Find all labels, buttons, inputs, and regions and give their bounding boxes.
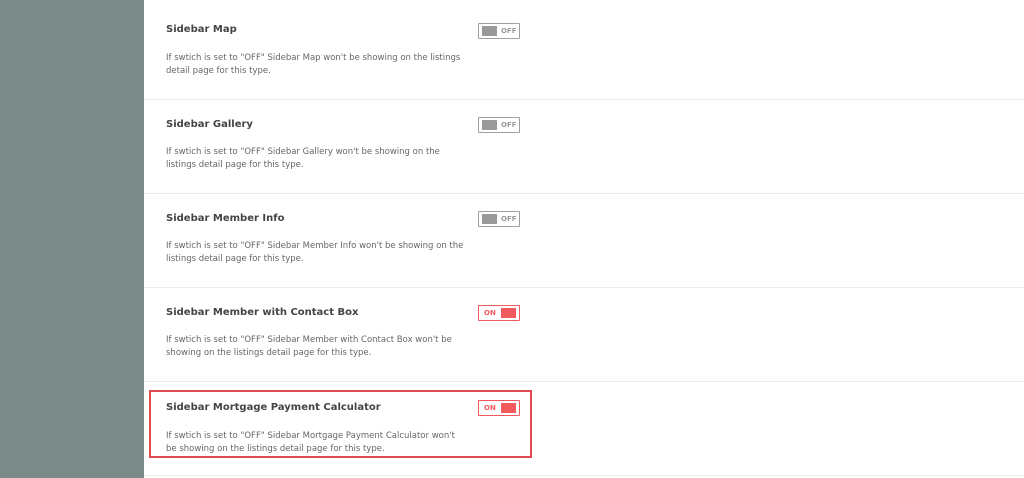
setting-title: Sidebar Map (166, 24, 237, 35)
setting-title: Sidebar Member Info (166, 213, 285, 224)
toggle-state-label: OFF (501, 215, 517, 223)
setting-row-sidebar-member-contact-box: Sidebar Member with Contact Box ON If sw… (144, 288, 1024, 382)
setting-row-sidebar-member-info: Sidebar Member Info OFF If swtich is set… (144, 194, 1024, 288)
toggle-state-label: ON (484, 309, 496, 317)
toggle-knob (482, 214, 497, 224)
sidebar-map-toggle[interactable]: OFF (478, 23, 520, 39)
setting-row-sidebar-gallery: Sidebar Gallery OFF If swtich is set to … (144, 100, 1024, 194)
setting-description: If swtich is set to "OFF" Sidebar Member… (166, 335, 452, 358)
highlight-box (149, 390, 532, 458)
setting-row-sidebar-map: Sidebar Map OFF If swtich is set to "OFF… (144, 0, 1024, 100)
setting-description: If swtich is set to "OFF" Sidebar Map wo… (166, 53, 461, 76)
setting-title: Sidebar Member with Contact Box (166, 307, 359, 318)
sidebar-member-contact-box-toggle[interactable]: ON (478, 305, 520, 321)
sidebar-gallery-toggle[interactable]: OFF (478, 117, 520, 133)
setting-description: If swtich is set to "OFF" Sidebar Galler… (166, 147, 440, 170)
setting-description: If swtich is set to "OFF" Sidebar Member… (166, 241, 464, 264)
toggle-knob (482, 120, 497, 130)
toggle-state-label: OFF (501, 27, 517, 35)
toggle-knob (482, 26, 497, 36)
admin-sidebar (0, 0, 144, 478)
setting-title: Sidebar Gallery (166, 119, 253, 130)
sidebar-member-info-toggle[interactable]: OFF (478, 211, 520, 227)
toggle-state-label: OFF (501, 121, 517, 129)
toggle-knob (501, 308, 516, 318)
settings-panel: Sidebar Map OFF If swtich is set to "OFF… (144, 0, 1024, 478)
